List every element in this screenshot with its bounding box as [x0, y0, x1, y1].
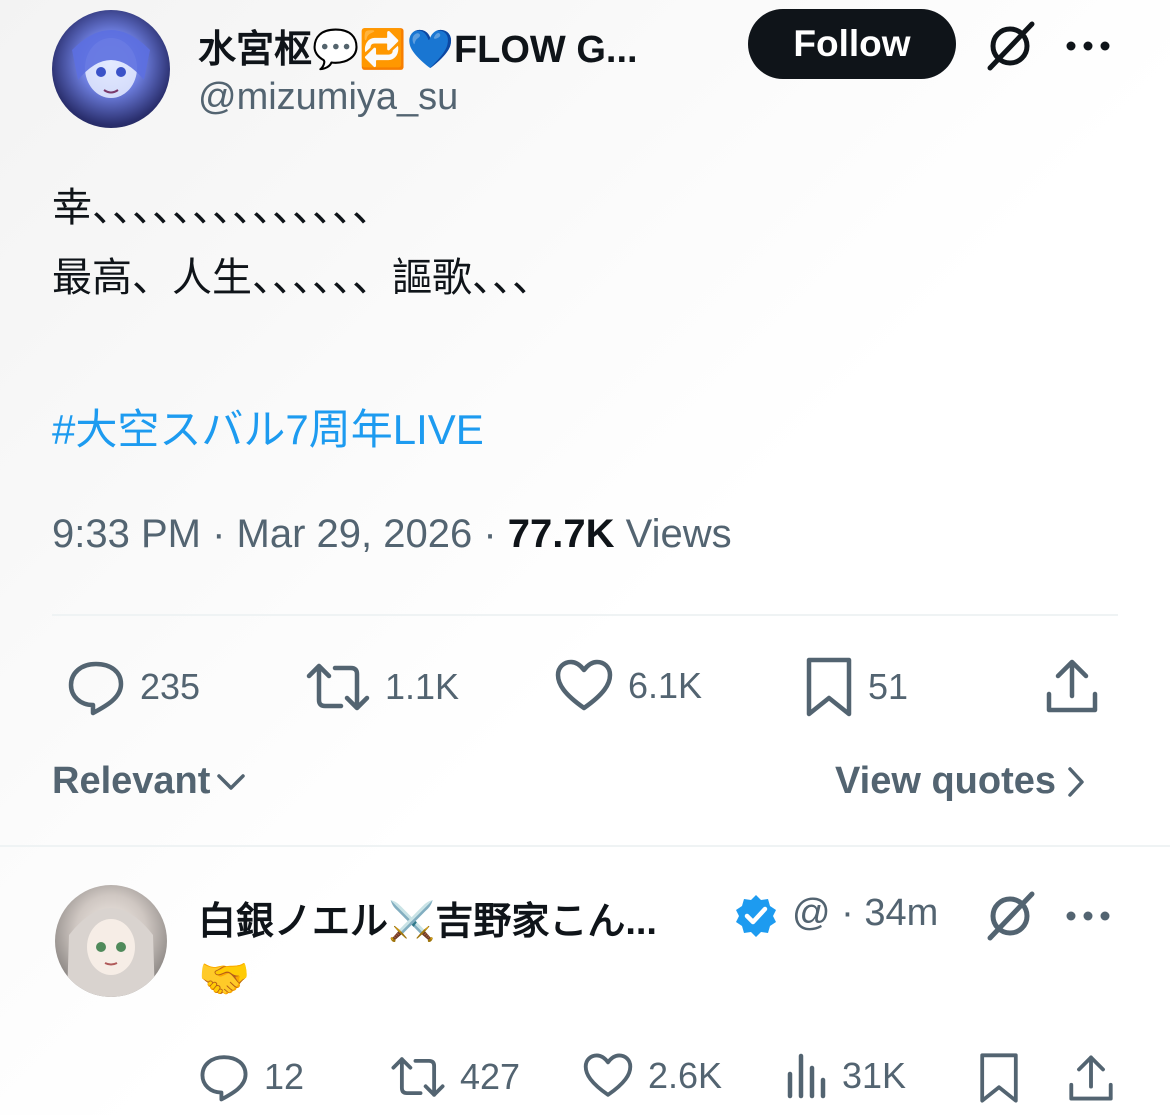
reply-repost-button[interactable]: 427	[390, 1052, 520, 1102]
reply-handle-time: @ · 34m	[792, 892, 939, 934]
reply-icon	[198, 1052, 250, 1102]
views-label: Views	[614, 512, 732, 556]
reply-count: 235	[140, 666, 201, 707]
reply-like-button[interactable]: 2.6K	[582, 1052, 722, 1100]
reply-bookmark-icon[interactable]	[976, 1050, 1022, 1106]
reply-grok-icon[interactable]	[980, 888, 1040, 944]
tweet-text-line-1: 幸、、、、、、、、、、、、、、	[52, 186, 392, 230]
heart-icon	[582, 1052, 634, 1100]
reply-reply-button[interactable]: 12	[198, 1052, 304, 1102]
sort-label: Relevant	[52, 760, 211, 802]
verified-badge-icon	[732, 892, 780, 940]
analytics-icon	[784, 1052, 828, 1100]
reply-views-count: 31K	[842, 1055, 907, 1096]
handle[interactable]: @mizumiya_su	[198, 76, 458, 119]
follow-button[interactable]: Follow	[748, 9, 956, 79]
repost-icon	[390, 1052, 446, 1102]
tweet-meta: 9:33 PM · Mar 29, 2026 · 77.7K Views	[52, 512, 732, 557]
timestamp[interactable]: 9:33 PM · Mar 29, 2026 ·	[52, 512, 508, 556]
display-name[interactable]: 水宮枢💬🔁💙FLOW G...	[198, 18, 638, 73]
chevron-down-icon	[216, 772, 246, 792]
view-quotes-label: View quotes	[835, 760, 1057, 802]
avatar[interactable]	[52, 10, 170, 128]
bookmark-icon	[804, 656, 854, 718]
share-icon[interactable]	[1044, 656, 1100, 716]
heart-icon	[554, 658, 614, 714]
tweet-text-line-2: 最高、人生、、、、、、謳歌、、、	[52, 256, 552, 300]
reply-views-button[interactable]: 31K	[784, 1052, 906, 1100]
chevron-right-icon	[1066, 765, 1086, 799]
like-count: 6.1K	[628, 665, 703, 706]
sort-dropdown[interactable]: Relevant	[52, 760, 246, 803]
repost-icon	[305, 658, 371, 716]
grok-icon[interactable]	[980, 18, 1040, 74]
like-button[interactable]: 6.1K	[554, 658, 702, 714]
hashtag-link[interactable]: #大空スバル7周年LIVE	[52, 396, 484, 457]
reply-reply-count: 12	[264, 1056, 305, 1097]
reply-button[interactable]: 235	[66, 658, 200, 716]
reply-icon	[66, 658, 126, 716]
reply-share-icon[interactable]	[1066, 1050, 1116, 1106]
reply-display-name[interactable]: 白銀ノエル⚔️吉野家こん...	[198, 890, 657, 945]
divider	[52, 614, 1118, 616]
bookmark-count: 51	[868, 666, 909, 707]
bookmark-button[interactable]: 51	[804, 656, 908, 718]
reply-like-count: 2.6K	[648, 1055, 723, 1096]
divider	[0, 845, 1170, 847]
view-quotes-link[interactable]: View quotes	[835, 760, 1086, 803]
reply-avatar[interactable]	[55, 885, 167, 997]
reply-repost-count: 427	[460, 1056, 521, 1097]
repost-button[interactable]: 1.1K	[305, 658, 459, 716]
reply-more-icon[interactable]	[1062, 896, 1114, 936]
repost-count: 1.1K	[385, 666, 460, 707]
more-icon[interactable]	[1062, 26, 1114, 66]
views-count: 77.7K	[507, 512, 615, 556]
reply-text: 🤝	[198, 955, 251, 1002]
